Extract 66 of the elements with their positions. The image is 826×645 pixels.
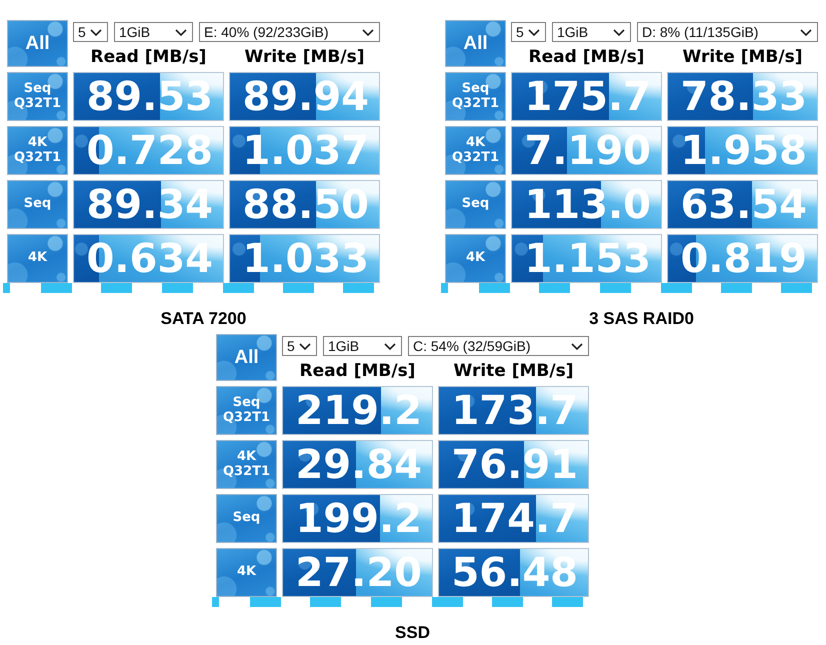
result-value: 1.037 xyxy=(242,130,370,170)
column-heading: Read [MB/s] xyxy=(298,361,416,381)
result-value: 219.2 xyxy=(295,390,423,430)
chevron-down-icon xyxy=(613,28,625,36)
size-select[interactable]: 1GiB xyxy=(114,22,193,42)
result-value: 7.190 xyxy=(524,130,652,170)
result-value: 89.53 xyxy=(86,76,214,116)
test-button[interactable]: Seq xyxy=(445,180,506,229)
test-button[interactable]: Seq xyxy=(7,180,68,229)
chevron-down-icon xyxy=(571,342,583,350)
run-all-button[interactable]: All xyxy=(445,20,506,67)
result-value: 76.91 xyxy=(451,444,579,484)
chevron-down-icon xyxy=(175,28,187,36)
column-heading: Read [MB/s] xyxy=(90,47,208,67)
result-value: 1.153 xyxy=(524,238,652,278)
result-value: 0.819 xyxy=(680,238,808,278)
drive-select[interactable]: C: 54% (32/59GiB) xyxy=(408,336,589,356)
test-button[interactable]: 4K Q32T1 xyxy=(445,126,506,175)
test-button[interactable]: 4K xyxy=(445,234,506,283)
result-value: 78.33 xyxy=(680,76,808,116)
chevron-down-icon xyxy=(362,28,374,36)
result-value: 199.2 xyxy=(295,498,423,538)
drive-select[interactable]: D: 8% (11/135GiB) xyxy=(637,22,818,42)
count-select[interactable]: 5 xyxy=(73,22,108,42)
chevron-down-icon xyxy=(384,342,396,350)
column-heading: Read [MB/s] xyxy=(528,47,646,67)
test-button[interactable]: Seq Q32T1 xyxy=(445,72,506,121)
test-button[interactable]: 4K Q32T1 xyxy=(216,440,277,489)
result-value: 175.7 xyxy=(524,76,652,116)
result-value: 29.84 xyxy=(295,444,423,484)
panel-caption: SSD xyxy=(394,623,431,643)
test-button[interactable]: 4K xyxy=(7,234,68,283)
result-value: 173.7 xyxy=(451,390,579,430)
result-value: 0.634 xyxy=(86,238,214,278)
test-button[interactable]: 4K Q32T1 xyxy=(7,126,68,175)
test-button[interactable]: Seq Q32T1 xyxy=(7,72,68,121)
result-value: 56.48 xyxy=(451,552,579,592)
column-heading: Write [MB/s] xyxy=(682,47,804,67)
result-value: 1.958 xyxy=(680,130,808,170)
column-heading: Write [MB/s] xyxy=(452,361,574,381)
panel-caption: SATA 7200 xyxy=(160,309,248,329)
count-select[interactable]: 5 xyxy=(282,336,317,356)
drive-select[interactable]: E: 40% (92/233GiB) xyxy=(199,22,380,42)
result-value: 113.0 xyxy=(524,184,652,224)
size-select[interactable]: 1GiB xyxy=(323,336,402,356)
chevron-down-icon xyxy=(299,342,311,350)
result-value: 88.50 xyxy=(242,184,370,224)
test-button[interactable]: 4K xyxy=(216,548,277,597)
panel-caption: 3 SAS RAID0 xyxy=(588,309,695,329)
result-value: 89.94 xyxy=(242,76,370,116)
chevron-down-icon xyxy=(800,28,812,36)
result-value: 0.728 xyxy=(86,130,214,170)
column-heading: Write [MB/s] xyxy=(244,47,366,67)
chevron-down-icon xyxy=(528,28,540,36)
run-all-button[interactable]: All xyxy=(216,334,277,381)
test-button[interactable]: Seq xyxy=(216,494,277,543)
result-value: 174.7 xyxy=(451,498,579,538)
result-value: 1.033 xyxy=(242,238,370,278)
test-button[interactable]: Seq Q32T1 xyxy=(216,386,277,435)
result-value: 63.54 xyxy=(680,184,808,224)
run-all-button[interactable]: All xyxy=(7,20,68,67)
result-value: 27.20 xyxy=(295,552,423,592)
result-value: 89.34 xyxy=(86,184,214,224)
chevron-down-icon xyxy=(90,28,102,36)
size-select[interactable]: 1GiB xyxy=(552,22,631,42)
count-select[interactable]: 5 xyxy=(511,22,546,42)
